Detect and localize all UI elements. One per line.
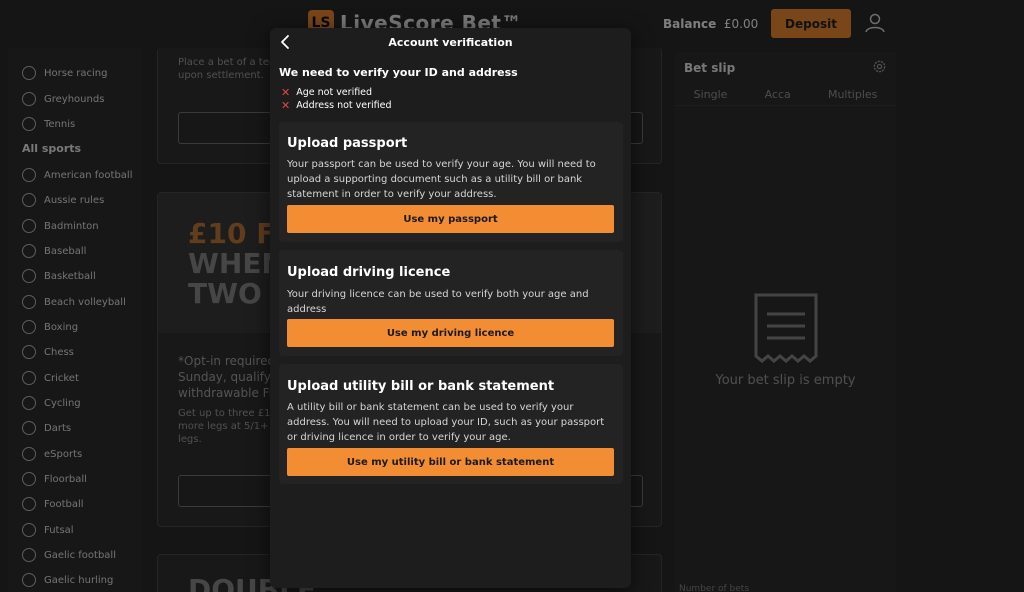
status-label: Address not verified — [296, 100, 392, 111]
use-passport-button[interactable]: Use my passport — [287, 205, 614, 233]
verify-heading: We need to verify your ID and address — [279, 66, 518, 79]
option-title: Upload passport — [287, 136, 408, 151]
account-verification-modal: Account verification We need to verify y… — [270, 28, 631, 588]
option-title: Upload utility bill or bank statement — [287, 379, 555, 394]
option-description: A utility bill or bank statement can be … — [287, 402, 605, 443]
status-age: ✕ Age not verified — [281, 85, 373, 99]
use-utility-bill-button[interactable]: Use my utility bill or bank statement — [287, 448, 614, 476]
use-driving-licence-button[interactable]: Use my driving licence — [287, 319, 614, 347]
status-label: Age not verified — [296, 87, 373, 98]
option-description: Your passport can be used to verify your… — [287, 159, 596, 200]
option-description: Your driving licence can be used to veri… — [287, 289, 589, 315]
status-address: ✕ Address not verified — [281, 98, 392, 112]
cross-icon: ✕ — [281, 85, 291, 99]
modal-title: Account verification — [388, 36, 513, 49]
option-utility-bill: Upload utility bill or bank statement A … — [279, 364, 623, 484]
option-passport: Upload passport Your passport can be use… — [279, 122, 623, 242]
cross-icon: ✕ — [281, 98, 291, 112]
option-driving-licence: Upload driving licence Your driving lice… — [279, 250, 623, 356]
option-title: Upload driving licence — [287, 265, 451, 280]
